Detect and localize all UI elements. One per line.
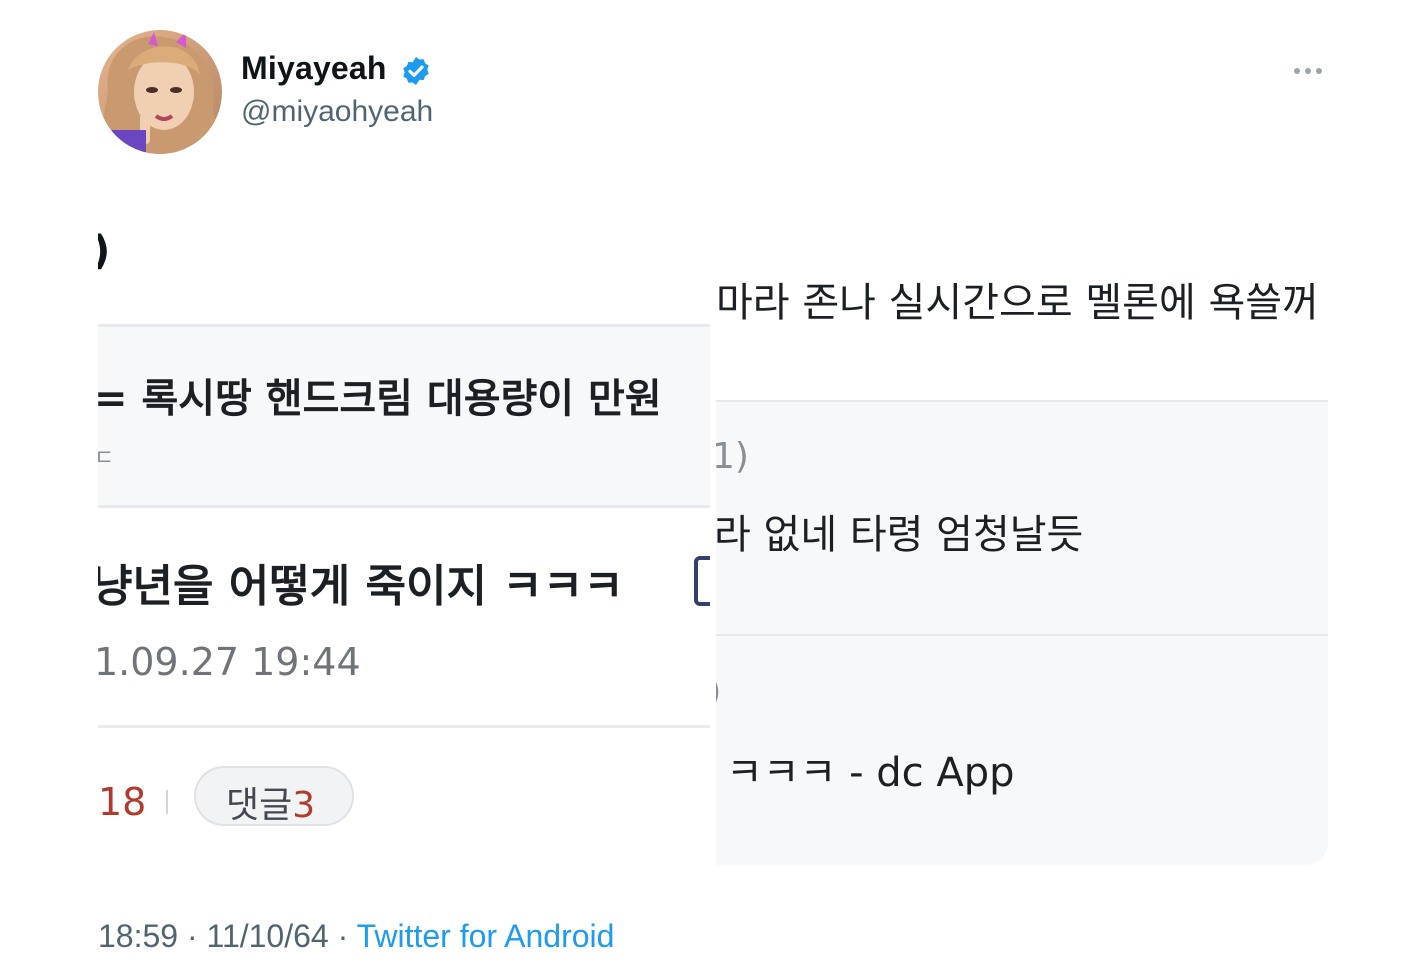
- post-subtext: ㄷ: [98, 446, 115, 471]
- post-title: = 록시땅 핸드크림 대용량이 만원: [98, 376, 662, 422]
- separator: [166, 790, 168, 814]
- dot: [1305, 68, 1311, 74]
- meta-separator: ·: [328, 918, 357, 954]
- comment-count: 3: [292, 785, 316, 826]
- divider: [98, 725, 710, 728]
- dot: [1316, 68, 1322, 74]
- dot: [1294, 68, 1300, 74]
- comment-author: 1): [716, 436, 749, 477]
- display-name[interactable]: Miyayeah: [241, 50, 387, 87]
- comment-text: 마라 존나 실시간으로 멜론에 욕쓸꺼: [716, 280, 1319, 326]
- post-date: 1.09.27 19:44: [98, 640, 361, 684]
- tweet-meta: 18:59 · 11/10/64 · Twitter for Android: [98, 918, 614, 955]
- right-screenshot-panel: 연 마라 존나 실시간으로 멜론에 욕쓸꺼 1) 라 없네 타령 엄청날듯 ) …: [716, 200, 1328, 865]
- meta-separator: ·: [178, 918, 207, 954]
- image-attachment-icon: [694, 556, 710, 606]
- comment-text: 라 없네 타령 엄청날듯: [716, 512, 1084, 558]
- comment-label: 댓글3: [226, 776, 315, 828]
- attached-image[interactable]: ) = 록시땅 핸드크림 대용량이 만원 ㄷ 냥년을 어떻게 죽이지 ㅋㅋㅋ 1…: [98, 200, 1328, 865]
- comment-author: ): [716, 672, 721, 712]
- handle[interactable]: @miyaohyeah: [241, 95, 433, 129]
- profile-photo: [98, 30, 222, 154]
- source-link[interactable]: Twitter for Android: [357, 918, 615, 954]
- tweet-time[interactable]: 18:59: [98, 918, 178, 954]
- divider: [716, 634, 1328, 636]
- cropped-glyph: ): [98, 228, 110, 274]
- left-screenshot-panel: ) = 록시땅 핸드크림 대용량이 만원 ㄷ 냥년을 어떻게 죽이지 ㅋㅋㅋ 1…: [98, 200, 710, 865]
- divider: [98, 505, 710, 508]
- comment-button: 댓글3: [194, 766, 354, 826]
- view-count: 18: [98, 780, 147, 824]
- avatar[interactable]: [98, 30, 222, 154]
- post-title: 냥년을 어떻게 죽이지 ㅋㅋㅋ: [98, 561, 624, 612]
- more-options-icon[interactable]: [1294, 60, 1328, 82]
- comment-text: ㅋㅋㅋ - dc App: [726, 750, 1015, 796]
- comment-text: 댓글: [226, 785, 293, 826]
- tweet-date[interactable]: 11/10/64: [207, 918, 329, 954]
- verified-badge-icon: [403, 57, 429, 85]
